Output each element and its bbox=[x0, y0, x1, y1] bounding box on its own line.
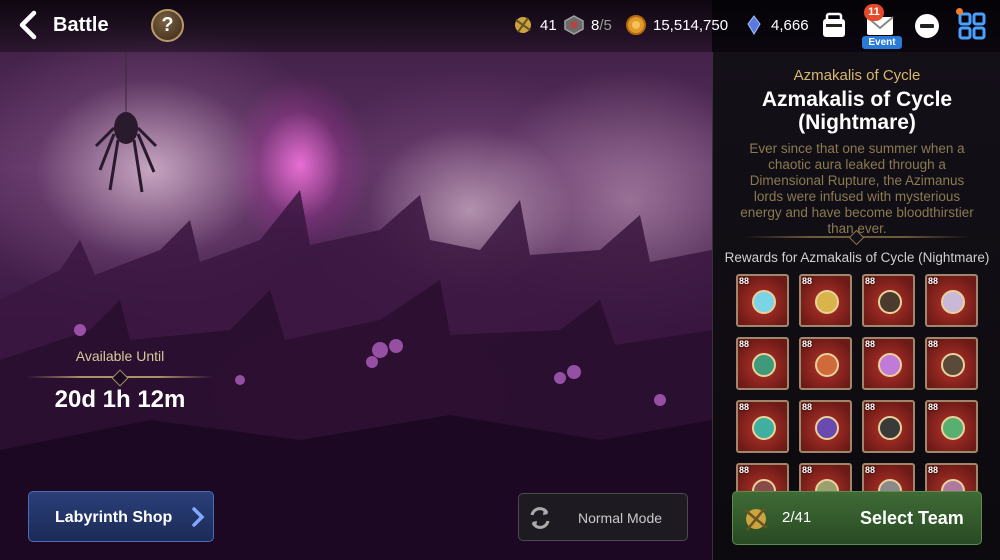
event-tag[interactable]: Event bbox=[862, 36, 902, 49]
sword-icon bbox=[878, 353, 902, 377]
stamina-counter[interactable]: 41 bbox=[512, 12, 557, 38]
mail-badge: 11 bbox=[864, 4, 884, 21]
reward-item[interactable]: 88 bbox=[862, 400, 915, 453]
available-until-label: Available Until bbox=[75, 348, 165, 364]
item-level: 88 bbox=[802, 402, 813, 412]
chevron-right-icon bbox=[192, 507, 205, 527]
stage-subtitle: Azmakalis of Cycle bbox=[793, 67, 921, 84]
ticket-icon bbox=[564, 15, 584, 35]
item-level: 88 bbox=[928, 276, 939, 286]
ring-icon bbox=[815, 290, 839, 314]
ring-icon bbox=[752, 290, 776, 314]
reward-item[interactable]: 88 bbox=[799, 274, 852, 327]
reward-item[interactable]: 88 bbox=[736, 400, 789, 453]
item-level: 88 bbox=[739, 339, 750, 349]
item-level: 88 bbox=[865, 465, 876, 475]
stage-title: Azmakalis of Cycle (Nightmare) bbox=[713, 88, 1000, 134]
reward-item[interactable]: 88 bbox=[862, 274, 915, 327]
shop-button-label: Labyrinth Shop bbox=[55, 509, 173, 526]
select-team-button[interactable]: 2/41 Select Team bbox=[732, 491, 982, 545]
labyrinth-shop-button[interactable]: Labyrinth Shop bbox=[28, 491, 214, 542]
help-button[interactable]: ? bbox=[151, 9, 184, 42]
notification-dot bbox=[956, 8, 963, 15]
gold-counter[interactable]: 15,514,750 bbox=[625, 12, 728, 38]
item-level: 88 bbox=[865, 339, 876, 349]
reward-item[interactable]: 88 bbox=[925, 274, 978, 327]
item-level: 88 bbox=[928, 402, 939, 412]
rewards-grid: 88 88 88 88 88 88 88 88 88 88 88 88 88 88 88 88 bbox=[736, 274, 980, 496]
mode-button-label: Normal Mode bbox=[578, 510, 663, 526]
gold-value: 15,514,750 bbox=[653, 16, 729, 34]
reward-item[interactable]: 88 bbox=[925, 337, 978, 390]
crystal-value: 4,666 bbox=[771, 16, 809, 34]
stage-description: Ever since that one summer when a chaoti… bbox=[740, 141, 974, 236]
axe-icon bbox=[815, 416, 839, 440]
stage-title-line1: Azmakalis of Cycle bbox=[761, 88, 953, 111]
item-level: 88 bbox=[739, 276, 750, 286]
necklace-icon bbox=[752, 353, 776, 377]
reward-item[interactable]: 88 bbox=[799, 400, 852, 453]
item-level: 88 bbox=[802, 339, 813, 349]
reward-item[interactable]: 88 bbox=[736, 337, 789, 390]
time-remaining: 20d 1h 12m bbox=[54, 386, 186, 413]
stage-background bbox=[0, 0, 712, 560]
swap-icon bbox=[530, 507, 550, 529]
necklace-icon bbox=[941, 290, 965, 314]
item-level: 88 bbox=[802, 276, 813, 286]
ring-icon bbox=[878, 290, 902, 314]
reward-item[interactable]: 88 bbox=[799, 337, 852, 390]
reward-item[interactable]: 88 bbox=[862, 337, 915, 390]
rewards-label: Rewards for Azmakalis of Cycle (Nightmar… bbox=[724, 250, 990, 265]
ticket-counter[interactable]: 8/5 bbox=[563, 12, 612, 38]
ticket-max: /5 bbox=[599, 16, 612, 34]
stage-info-panel: Azmakalis of Cycle Azmakalis of Cycle (N… bbox=[712, 52, 1000, 560]
helmet-icon bbox=[878, 416, 902, 440]
hammer-icon bbox=[941, 353, 965, 377]
crystal-counter[interactable]: 4,666 bbox=[743, 12, 809, 38]
stamina-icon bbox=[515, 17, 531, 33]
item-level: 88 bbox=[928, 339, 939, 349]
divider bbox=[26, 376, 214, 378]
item-level: 88 bbox=[865, 276, 876, 286]
team-count: 2/41 bbox=[782, 509, 812, 526]
item-level: 88 bbox=[865, 402, 876, 412]
necklace-icon bbox=[815, 353, 839, 377]
stamina-value: 41 bbox=[540, 16, 557, 34]
team-stamina-icon bbox=[744, 507, 768, 531]
item-level: 88 bbox=[802, 465, 813, 475]
normal-mode-button[interactable]: Normal Mode bbox=[518, 493, 688, 541]
crown-icon bbox=[941, 416, 965, 440]
item-level: 88 bbox=[928, 465, 939, 475]
divider bbox=[743, 236, 971, 238]
page-title: Battle bbox=[53, 14, 109, 36]
stage-title-line2: (Nightmare) bbox=[798, 111, 916, 134]
chat-icon[interactable] bbox=[910, 9, 944, 43]
reward-item[interactable]: 88 bbox=[736, 274, 789, 327]
reward-item[interactable]: 88 bbox=[925, 400, 978, 453]
item-level: 88 bbox=[739, 402, 750, 412]
item-level: 88 bbox=[739, 465, 750, 475]
back-arrow-icon[interactable] bbox=[14, 10, 44, 40]
crystal-icon bbox=[747, 15, 761, 35]
gold-coin-icon bbox=[626, 15, 646, 35]
inventory-icon[interactable] bbox=[817, 9, 851, 43]
select-team-label: Select Team bbox=[860, 508, 964, 528]
staff-icon bbox=[752, 416, 776, 440]
